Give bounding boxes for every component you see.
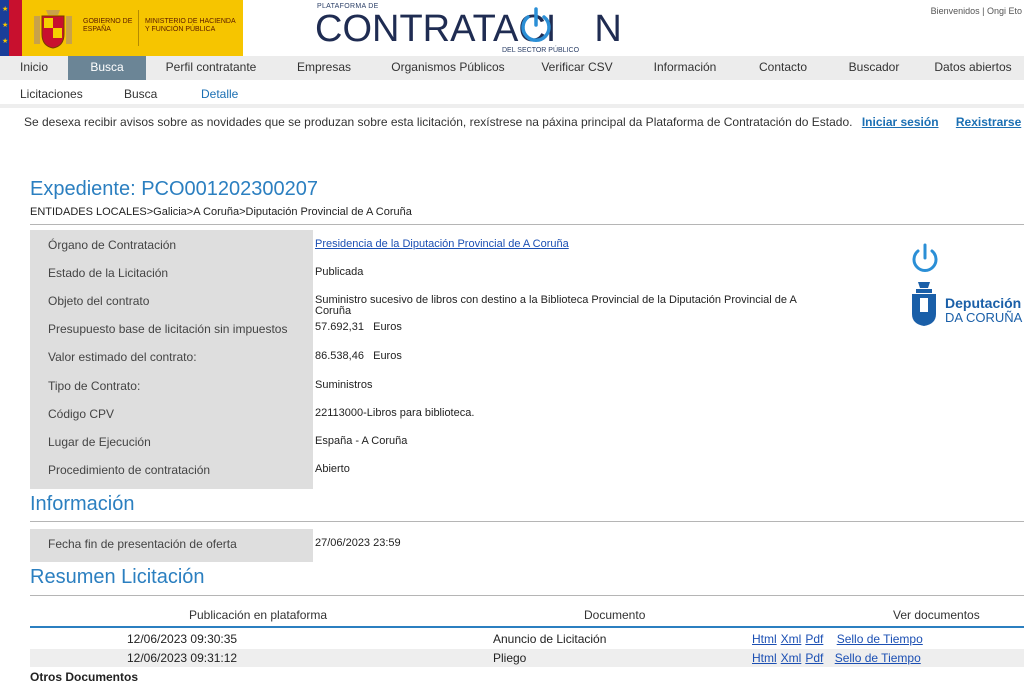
platform-logo-text-end: N	[594, 8, 622, 50]
nav-contacto[interactable]: Contacto	[740, 56, 826, 80]
label-cpv: Código CPV	[48, 407, 115, 421]
label-tipo-contrato: Tipo de Contrato:	[48, 379, 141, 393]
col-documento: Documento	[584, 608, 646, 622]
row-date: 12/06/2023 09:30:35	[127, 632, 238, 646]
divider	[30, 595, 1024, 596]
gov-separator	[138, 10, 139, 46]
sello-tiempo-link[interactable]: Sello de Tiempo	[835, 651, 921, 665]
platform-logo-sub: DEL SECTOR PÚBLICO	[502, 47, 580, 54]
breadcrumb: ENTIDADES LOCALES>Galicia>A Coruña>Diput…	[30, 206, 412, 218]
nav-informacion[interactable]: Información	[630, 56, 740, 80]
label-estado: Estado de la Licitación	[48, 266, 169, 280]
divider	[30, 521, 1024, 522]
divider	[30, 224, 1024, 225]
nav-buscador[interactable]: Buscador	[826, 56, 922, 80]
xml-link[interactable]: Xml	[781, 651, 802, 665]
table-row: 12/06/2023 09:30:35 Anuncio de Licitació…	[30, 630, 1024, 648]
pdf-link[interactable]: Pdf	[805, 651, 823, 665]
nav-busca[interactable]: Busca	[68, 56, 146, 80]
col-publicacion: Publicación en plataforma	[189, 608, 328, 622]
platform-logo[interactable]: CONTRATACI N	[315, 8, 622, 51]
html-link[interactable]: Html	[752, 651, 777, 665]
nav-verificar-csv[interactable]: Verificar CSV	[524, 56, 630, 80]
value-lugar: España - A Coruña	[315, 435, 408, 447]
subnav-licitaciones[interactable]: Licitaciones	[20, 87, 83, 101]
main-nav: Inicio Busca Perfil contratante Empresas…	[0, 56, 1024, 80]
value-tipo-contrato: Suministros	[315, 379, 373, 391]
row-doc: Anuncio de Licitación	[493, 632, 607, 646]
header: ★ ★ ★ GOBIERNO DE ESPAÑA MINISTERIO DE H…	[0, 0, 1024, 56]
row-doc: Pliego	[493, 651, 527, 665]
organo-link[interactable]: Presidencia de la Diputación Provincial …	[315, 238, 569, 250]
resumen-table-header: Publicación en plataforma Documento Ver …	[30, 606, 1024, 628]
value-presupuesto: 57.692,31 Euros	[315, 321, 402, 333]
nav-perfil-contratante[interactable]: Perfil contratante	[146, 56, 276, 80]
deputacion-subtext: DA CORUÑA	[945, 310, 1023, 325]
xml-link[interactable]: Xml	[781, 632, 802, 646]
notice-text: Se desexa recibir avisos sobre as novida…	[24, 115, 853, 129]
otros-documentos-title: Otros Documentos	[30, 670, 139, 681]
label-fecha-fin: Fecha fin de presentación de oferta	[48, 537, 237, 551]
label-objeto: Objeto del contrato	[48, 294, 150, 308]
expediente-title: Expediente: PCO001202300207	[30, 178, 319, 200]
section-informacion-title: Información	[30, 493, 135, 515]
deputacion-shield-icon	[912, 282, 936, 326]
value-valor-estimado: 86.538,46 Euros	[315, 350, 402, 362]
ministerio-text: MINISTERIO DE HACIENDA Y FUNCIÓN PÚBLICA	[145, 18, 236, 33]
subnav-detalle[interactable]: Detalle	[201, 87, 238, 101]
welcome-text[interactable]: Bienvenidos | Ongi Eto	[931, 6, 1022, 16]
gobierno-logo[interactable]: ★ ★ ★ GOBIERNO DE ESPAÑA MINISTERIO DE H…	[0, 0, 243, 56]
power-icon-small	[912, 243, 938, 272]
notice-bar: Se desexa recibir avisos sobre as novida…	[24, 115, 1021, 129]
pdf-link[interactable]: Pdf	[805, 632, 823, 646]
coat-of-arms-icon	[34, 10, 72, 49]
row-date: 12/06/2023 09:31:12	[127, 651, 238, 665]
html-link[interactable]: Html	[752, 632, 777, 646]
nav-inicio[interactable]: Inicio	[0, 56, 68, 80]
value-procedimiento: Abierto	[315, 463, 350, 475]
sub-nav: Licitaciones Busca Detalle	[0, 80, 1024, 108]
nav-organismos-publicos[interactable]: Organismos Públicos	[372, 56, 524, 80]
label-presupuesto: Presupuesto base de licitación sin impue…	[48, 322, 288, 336]
value-fecha-fin: 27/06/2023 23:59	[315, 537, 401, 549]
sello-tiempo-link[interactable]: Sello de Tiempo	[837, 632, 923, 646]
value-cpv: 22113000-Libros para biblioteca.	[315, 407, 475, 419]
power-icon	[521, 7, 551, 42]
subnav-busca[interactable]: Busca	[124, 87, 157, 101]
nav-datos-abiertos[interactable]: Datos abiertos	[922, 56, 1024, 80]
value-estado: Publicada	[315, 266, 364, 278]
label-valor-estimado: Valor estimado del contrato:	[48, 350, 197, 364]
nav-empresas[interactable]: Empresas	[276, 56, 372, 80]
spain-flag-stripe	[9, 0, 22, 56]
section-resumen-title: Resumen Licitación	[30, 566, 205, 588]
login-link[interactable]: Iniciar sesión	[862, 115, 939, 129]
gobierno-text: GOBIERNO DE ESPAÑA	[83, 18, 133, 33]
label-lugar: Lugar de Ejecución	[48, 435, 151, 449]
value-objeto: Suministro sucesivo de libros con destin…	[315, 294, 797, 317]
register-link[interactable]: Rexistrarse	[956, 115, 1021, 129]
col-ver-documentos: Ver documentos	[893, 608, 980, 622]
label-organo: Órgano de Contratación	[48, 238, 177, 252]
deputacion-text: Deputación	[945, 295, 1022, 311]
value-organo: Presidencia de la Diputación Provincial …	[315, 239, 805, 250]
table-row: 12/06/2023 09:31:12 Pliego Html Xml Pdf Se…	[30, 649, 1024, 667]
label-procedimiento: Procedimiento de contratación	[48, 463, 211, 477]
